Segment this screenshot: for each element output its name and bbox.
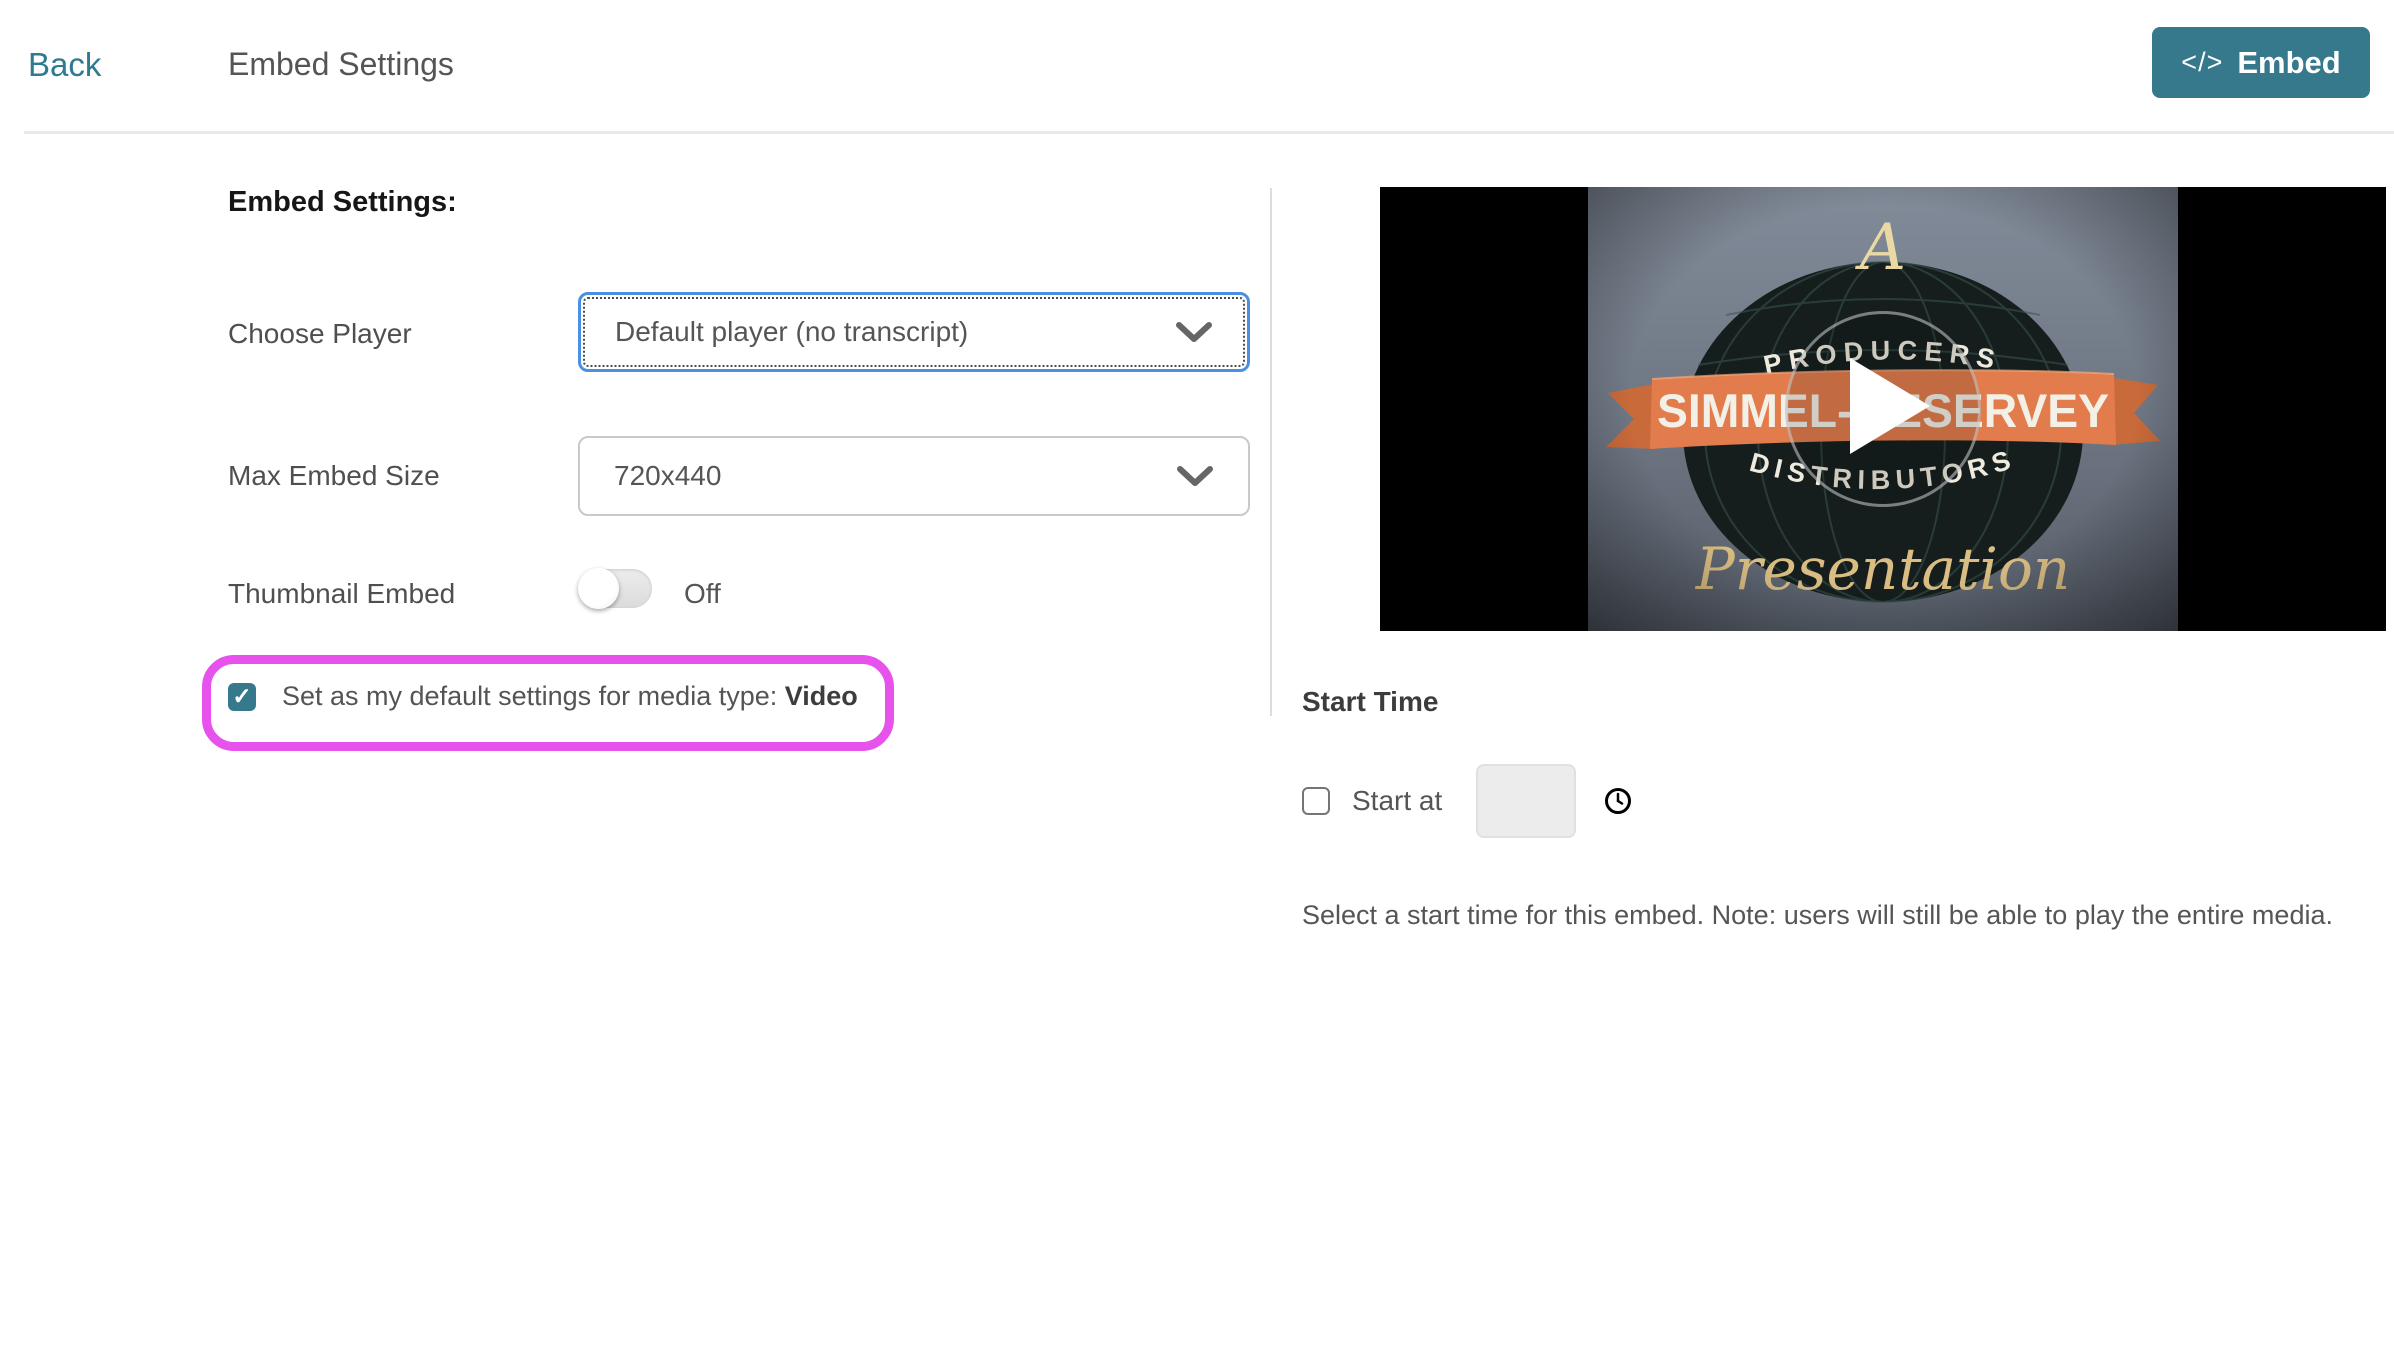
max-embed-size-label: Max Embed Size: [228, 460, 440, 492]
thumbnail-embed-state: Off: [684, 578, 721, 610]
start-time-note: Select a start time for this embed. Note…: [1302, 900, 2333, 931]
back-link[interactable]: Back: [28, 46, 101, 84]
choose-player-value: Default player (no transcript): [615, 316, 968, 348]
checkmark-icon: ✓: [232, 683, 251, 710]
default-settings-label: Set as my default settings for media typ…: [282, 681, 858, 712]
thumbnail-embed-label: Thumbnail Embed: [228, 578, 455, 610]
choose-player-label: Choose Player: [228, 318, 412, 350]
start-at-label: Start at: [1352, 785, 1442, 817]
clock-icon: [1604, 787, 1632, 815]
embed-settings-page: Back Embed Settings </> Embed Embed Sett…: [0, 0, 2394, 1356]
chevron-down-icon: [1176, 464, 1214, 488]
start-time-heading: Start Time: [1302, 686, 1438, 718]
chevron-down-icon: [1175, 320, 1213, 344]
thumbnail-embed-toggle[interactable]: [578, 569, 652, 608]
embed-settings-heading: Embed Settings:: [228, 186, 457, 219]
play-button[interactable]: [1785, 311, 1981, 507]
media-type-value: Video: [785, 681, 858, 711]
header-divider: [24, 131, 2394, 134]
start-time-input[interactable]: [1476, 764, 1576, 838]
max-embed-size-select[interactable]: 720x440: [578, 436, 1250, 516]
toggle-knob: [578, 568, 619, 609]
embed-button[interactable]: </> Embed: [2152, 27, 2370, 98]
default-settings-checkbox[interactable]: ✓: [228, 683, 256, 711]
embed-button-label: Embed: [2237, 45, 2340, 81]
video-preview: A PRODUCERS SIMMEL-MESERVEY DISTRIBUTORS…: [1380, 187, 2386, 631]
default-settings-row: ✓ Set as my default settings for media t…: [228, 681, 858, 712]
start-time-row: Start at: [1302, 762, 1632, 840]
vertical-divider: [1270, 188, 1272, 716]
choose-player-select[interactable]: Default player (no transcript): [578, 292, 1250, 372]
start-at-checkbox[interactable]: [1302, 787, 1330, 815]
max-embed-size-value: 720x440: [614, 460, 721, 492]
page-title: Embed Settings: [228, 46, 454, 83]
play-icon: [1788, 314, 1972, 498]
code-icon: </>: [2181, 47, 2223, 78]
